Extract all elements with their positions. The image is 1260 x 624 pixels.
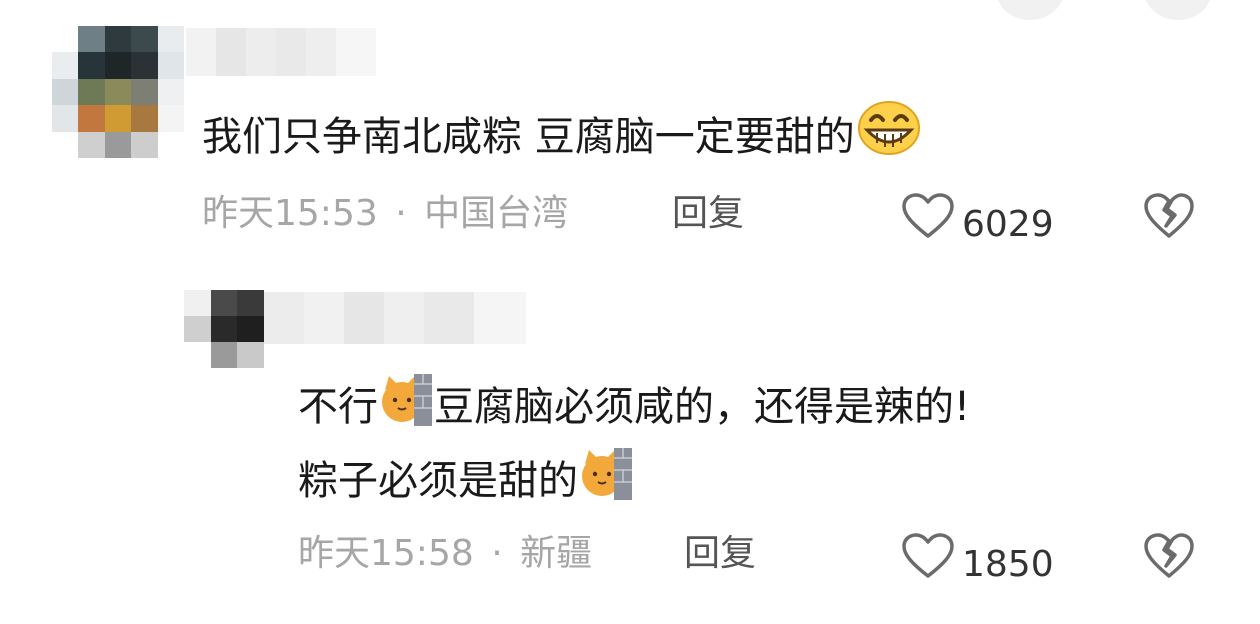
like-button[interactable]: 1850: [900, 532, 1054, 597]
username-blurred[interactable]: [264, 292, 526, 344]
heart-icon: [900, 192, 956, 257]
comment-text-line1-start: 不行: [298, 384, 378, 430]
cat-behind-wall-icon: [580, 444, 632, 519]
avatar[interactable]: [52, 26, 184, 158]
comment-text-content: 我们只争南北咸粽 豆腐脑一定要甜的: [202, 114, 855, 160]
comment-meta: 昨天15:58 · 新疆: [298, 532, 592, 576]
avatar[interactable]: [184, 290, 264, 368]
comment-text: 我们只争南北咸粽 豆腐脑一定要甜的: [202, 100, 923, 175]
broken-heart-icon: [1142, 533, 1196, 584]
like-button[interactable]: 6029: [900, 192, 1054, 257]
top-action-button-1[interactable]: [996, 0, 1064, 20]
dislike-button[interactable]: [1142, 192, 1196, 244]
comment-location: 中国台湾: [424, 193, 569, 234]
comment-meta: 昨天15:53 · 中国台湾: [202, 192, 568, 236]
cat-behind-wall-icon: [380, 370, 432, 445]
comment-text-line1-end: 豆腐脑必须咸的，还得是辣的!: [434, 384, 971, 430]
username-blurred[interactable]: [186, 28, 376, 76]
comment-text: 粽子必须是甜的: [298, 444, 634, 519]
comment-time: 昨天15:53: [202, 193, 378, 234]
grinning-face-icon: [857, 100, 921, 175]
like-count: 6029: [962, 203, 1054, 245]
comment-time: 昨天15:58: [298, 533, 474, 574]
top-action-button-2[interactable]: [1144, 0, 1212, 20]
comment-text: 不行 豆腐脑必须咸的，还得是辣的!: [298, 370, 970, 445]
dislike-button[interactable]: [1142, 532, 1196, 584]
comment-text-line2: 粽子必须是甜的: [298, 458, 578, 504]
heart-icon: [900, 532, 956, 597]
meta-separator: ·: [395, 193, 407, 234]
comment-location: 新疆: [520, 533, 593, 574]
like-count: 1850: [962, 543, 1054, 585]
reply-button[interactable]: 回复: [684, 532, 756, 576]
reply-button[interactable]: 回复: [672, 192, 744, 236]
broken-heart-icon: [1142, 193, 1196, 244]
meta-separator: ·: [491, 533, 503, 574]
